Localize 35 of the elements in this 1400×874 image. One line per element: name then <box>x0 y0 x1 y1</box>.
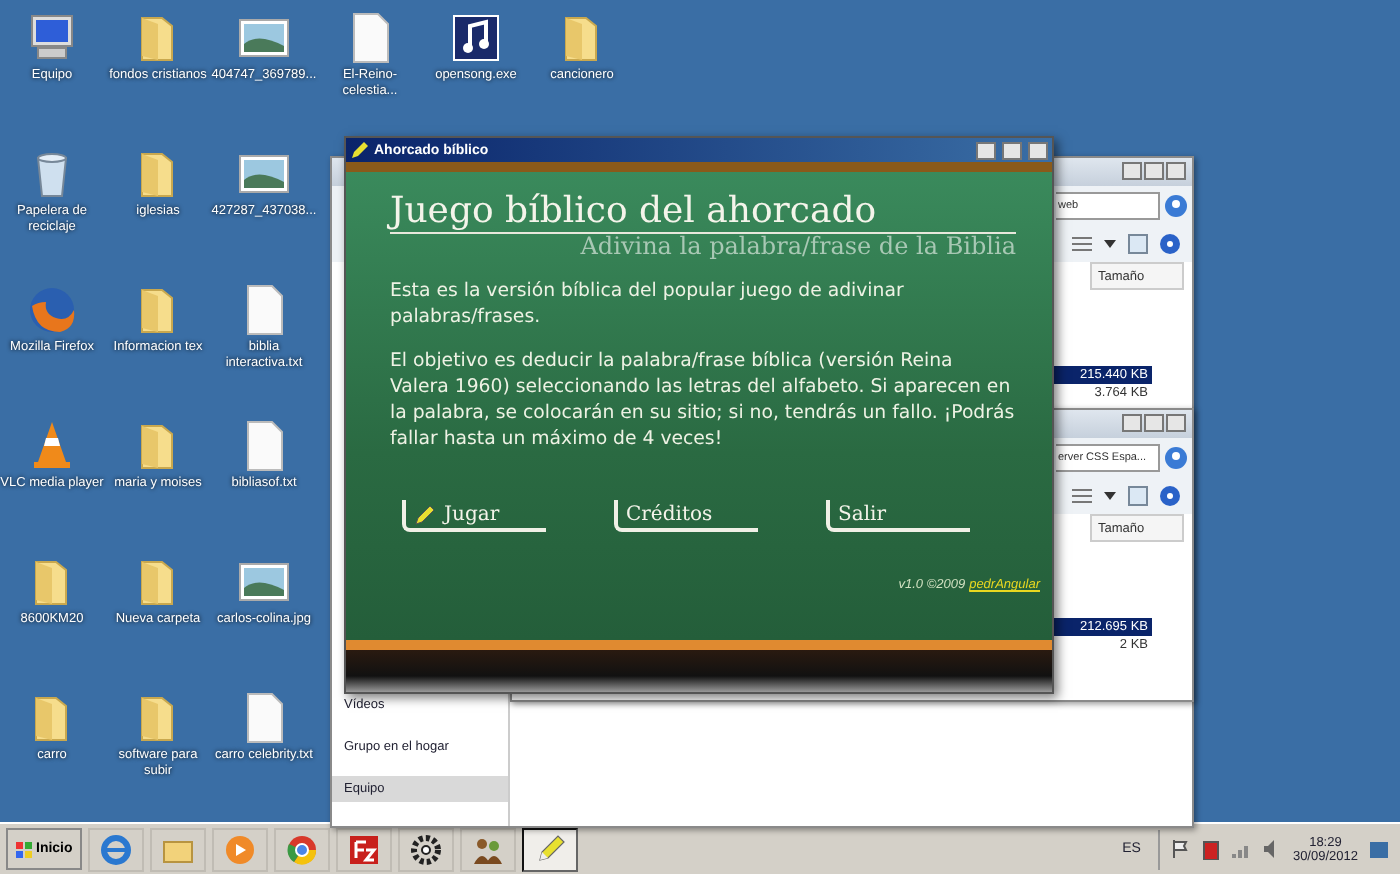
windows-logo-icon <box>16 841 32 857</box>
intro-paragraph: Esta es la versión bíblica del popular juego de adivinar palabras/frases. <box>390 279 906 331</box>
fz-logo-icon <box>348 833 381 865</box>
game-subheading: Adivina la palabra/frase de la Biblia <box>578 231 1016 260</box>
signal-icon[interactable] <box>1232 840 1253 858</box>
taskbar-app-button[interactable] <box>398 827 455 871</box>
pencil-icon <box>534 833 567 865</box>
list-view-icon[interactable] <box>1072 488 1092 504</box>
computer-icon <box>26 12 78 64</box>
show-desktop-icon[interactable] <box>1370 841 1388 857</box>
help-icon[interactable] <box>1160 234 1180 254</box>
intro-paragraph: El objetivo es deducir la palabra/frase bíblica (versión Reina Valera 1960) seleccionando las letras del alfabeto. Si aparecen en la palabra, se colocarán en su sitio; si no, tendrás un fallo. ¡Podrás fallar hasta un máximo de 4 veces! <box>390 350 1016 453</box>
list-view-icon[interactable] <box>1072 236 1092 252</box>
taskbar-app-button[interactable] <box>522 827 579 871</box>
globe-fox-icon <box>26 284 78 336</box>
menu-button[interactable]: Jugar <box>402 500 546 533</box>
music-note-icon <box>450 12 502 64</box>
battery-icon[interactable] <box>1202 839 1221 859</box>
flag-icon[interactable] <box>1172 840 1191 858</box>
search-icon[interactable] <box>1164 194 1188 218</box>
play-icon <box>224 833 257 865</box>
game-heading: Juego bíblico del ahorcado <box>390 192 1016 234</box>
pane-icon[interactable] <box>1128 486 1148 506</box>
menu-button[interactable]: Créditos <box>614 500 758 533</box>
help-icon[interactable] <box>1160 486 1180 506</box>
dropdown-arrow-icon[interactable] <box>1104 240 1116 248</box>
dropdown-arrow-icon[interactable] <box>1104 492 1116 500</box>
browser-e-icon <box>100 833 133 865</box>
menu-button[interactable]: Salir <box>826 500 970 533</box>
gear-icon <box>410 833 443 865</box>
round-logo-icon <box>286 833 319 865</box>
pane-icon[interactable] <box>1128 234 1148 254</box>
search-icon[interactable] <box>1164 446 1188 470</box>
people-icon <box>472 833 505 865</box>
pencil-icon <box>414 502 438 527</box>
